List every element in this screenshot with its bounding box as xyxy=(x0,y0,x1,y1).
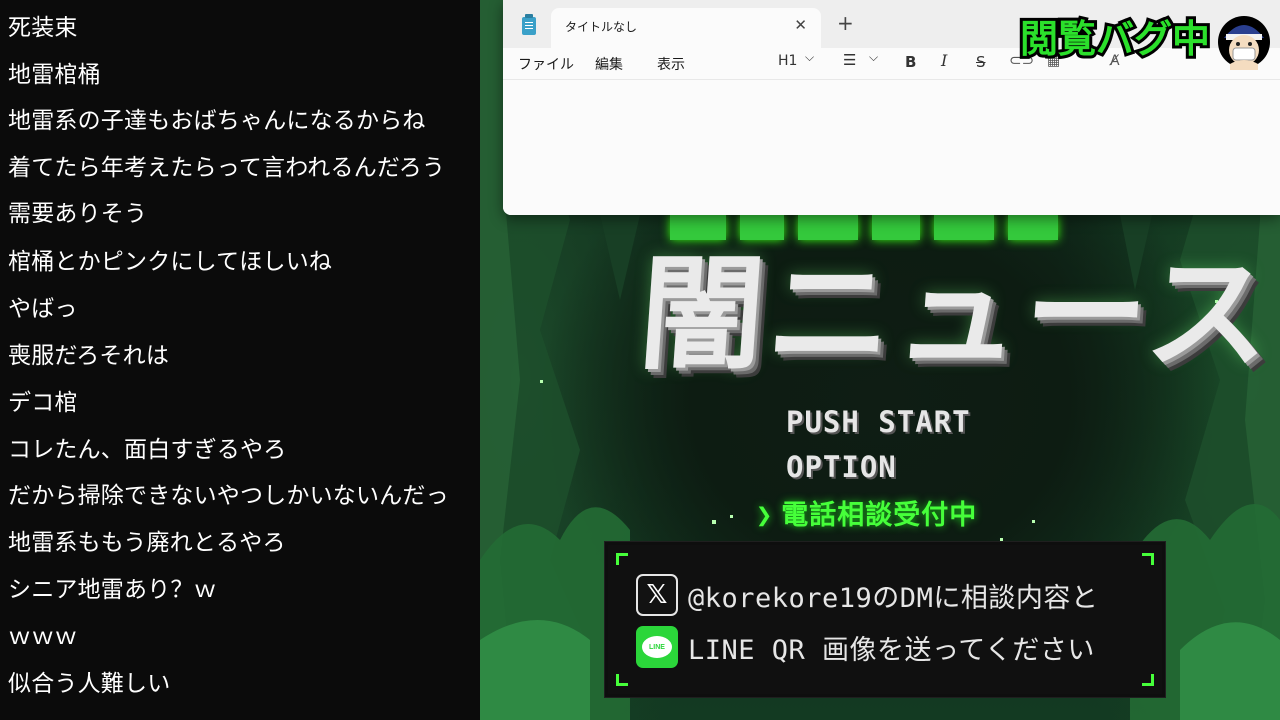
new-tab-button[interactable]: + xyxy=(837,13,854,33)
chevron-down-icon[interactable]: ⌵ xyxy=(869,50,878,65)
game-logo: 闇ニュース xyxy=(634,243,1279,387)
badge-text: 閲覧バグ中 xyxy=(1017,14,1213,64)
comment-item: 着てたら年考えたらって言われるんだろう xyxy=(8,155,446,181)
consultation-info-box: 𝕏 @korekore19のDMに相談内容と LINE LINE QR 画像を送… xyxy=(605,542,1165,697)
x-logo-icon: 𝕏 xyxy=(636,574,678,616)
menu-file[interactable]: ファイル xyxy=(518,54,574,74)
comment-item: デコ棺 xyxy=(8,390,78,416)
logo-glow-strip xyxy=(670,214,1058,240)
comment-item: 地雷系ももう廃れとるやろ xyxy=(8,530,286,556)
selector-arrow-icon: ❯ xyxy=(756,500,774,531)
strikethrough-button[interactable]: S xyxy=(976,53,986,71)
comment-item: 死装束 xyxy=(8,15,78,41)
info-text-dm: @korekore19のDMに相談内容と xyxy=(688,582,1099,614)
comment-item: 地雷棺桶 xyxy=(8,62,101,88)
comment-item: 似合う人難しい xyxy=(8,671,171,697)
line-app-icon-label: LINE xyxy=(642,636,672,658)
info-line-line: LINE LINE QR 画像を送ってください xyxy=(636,625,1095,669)
line-app-icon: LINE xyxy=(636,626,678,668)
chevron-down-icon[interactable]: ⌵ xyxy=(805,50,814,65)
notepad-icon xyxy=(522,14,536,35)
notepad-editor[interactable] xyxy=(503,81,1280,215)
heading-button[interactable]: H1 xyxy=(778,53,797,69)
option-menu-item: OPTION xyxy=(786,450,897,484)
tab-title: タイトルなし xyxy=(565,20,638,34)
phone-consultation-item: ❯ 電話相談受付中 xyxy=(756,493,977,532)
corner-bracket xyxy=(1142,674,1154,686)
italic-button[interactable]: I xyxy=(941,51,947,70)
info-line-dm: 𝕏 @korekore19のDMに相談内容と xyxy=(636,573,1098,617)
menu-edit[interactable]: 編集 xyxy=(595,54,623,74)
comment-item: ｗｗｗ xyxy=(8,624,78,650)
bold-button[interactable]: B xyxy=(905,53,916,71)
close-icon[interactable]: ✕ xyxy=(794,16,807,34)
comment-item: 需要ありそう xyxy=(8,201,148,227)
comment-item: シニア地雷あり？ｗ xyxy=(8,577,217,603)
corner-bracket xyxy=(1142,553,1154,565)
push-start-option: PUSH START xyxy=(786,405,971,439)
comment-item: 棺桶とかピンクにしてほしいね xyxy=(8,249,333,275)
phone-consultation-label: 電話相談受付中 xyxy=(781,500,978,531)
masked-character-avatar xyxy=(1218,16,1270,70)
list-icon[interactable]: ☰ xyxy=(843,51,856,69)
corner-bracket xyxy=(616,553,628,565)
comment-item: だから掃除できないやつしかいないんだっ xyxy=(8,483,449,509)
corner-bracket xyxy=(616,674,628,686)
comment-item: 地雷系の子達もおばちゃんになるからね xyxy=(8,108,426,134)
comment-item: 喪服だろそれは xyxy=(8,343,170,369)
comment-item: コレたん、面白すぎるやろ xyxy=(8,437,287,463)
comment-list: 死装束 地雷棺桶 地雷系の子達もおばちゃんになるからね 着てたら年考えたらって言… xyxy=(0,0,480,720)
comment-item: やばっ xyxy=(8,296,78,322)
viewing-bug-badge: 閲覧バグ中 xyxy=(1017,12,1270,70)
info-text-line: LINE QR 画像を送ってください xyxy=(688,634,1095,666)
tab-untitled[interactable]: タイトルなし ✕ xyxy=(551,8,821,48)
menu-view[interactable]: 表示 xyxy=(657,54,685,74)
